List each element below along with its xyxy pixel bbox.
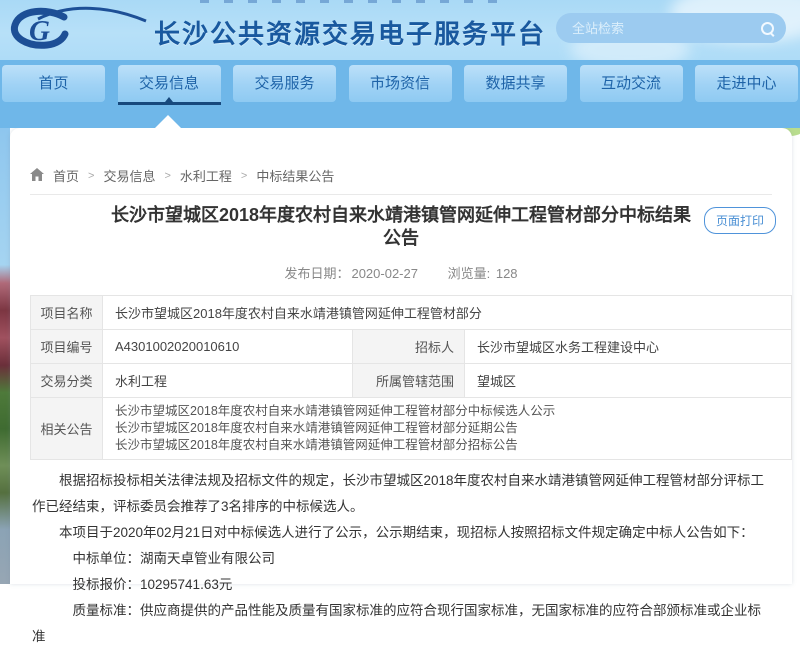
related-link-postponement-notice[interactable]: 长沙市望城区2018年度农村自来水靖港镇管网延伸工程管材部分延期公告 (115, 420, 791, 437)
related-links: 长沙市望城区2018年度农村自来水靖港镇管网延伸工程管材部分中标候选人公示 长沙… (103, 398, 792, 460)
nav-item-home[interactable]: 首页 (2, 65, 105, 102)
paragraph-evaluation: 根据招标投标相关法律法规及招标文件的规定，长沙市望城区2018年度农村自来水靖港… (32, 468, 770, 520)
nav-item-interaction[interactable]: 互动交流 (580, 65, 683, 102)
search-input[interactable] (572, 21, 761, 36)
site-search (556, 13, 786, 43)
category-value: 水利工程 (103, 364, 353, 398)
breadcrumb-separator: > (88, 170, 94, 182)
print-page-button[interactable]: 页面打印 (704, 207, 776, 234)
table-row-category: 交易分类 水利工程 所属管辖范围 望城区 (31, 364, 792, 398)
related-link-candidate-publicity[interactable]: 长沙市望城区2018年度农村自来水靖港镇管网延伸工程管材部分中标候选人公示 (115, 403, 791, 420)
search-icon[interactable] (761, 22, 774, 35)
region-value: 望城区 (465, 364, 792, 398)
project-no-value: A4301002020010610 (103, 330, 353, 364)
winner-line: 中标单位：湖南天卓管业有限公司 (32, 546, 770, 572)
nav-item-market-credit[interactable]: 市场资信 (349, 65, 452, 102)
nav-item-data-sharing[interactable]: 数据共享 (464, 65, 567, 102)
article-meta: 发布日期：2020-02-27 浏览量: 128 (10, 263, 792, 282)
publish-date-label: 发布日期： (284, 266, 349, 281)
tenderee-value: 长沙市望城区水务工程建设中心 (465, 330, 792, 364)
tenderee-label: 招标人 (353, 330, 465, 364)
nav-item-trade-services[interactable]: 交易服务 (233, 65, 336, 102)
breadcrumb-separator: > (164, 170, 170, 182)
views-value: 128 (496, 266, 518, 281)
active-tab-pointer (155, 115, 181, 128)
project-name-value: 长沙市望城区2018年度农村自来水靖港镇管网延伸工程管材部分 (103, 296, 792, 330)
nav-item-trade-info[interactable]: 交易信息 (118, 65, 221, 105)
project-info-table: 项目名称 长沙市望城区2018年度农村自来水靖港镇管网延伸工程管材部分 项目编号… (30, 295, 792, 460)
project-no-label: 项目编号 (31, 330, 103, 364)
title-section: 长沙市望城区2018年度农村自来水靖港镇管网延伸工程管材部分中标结果公告 页面打… (10, 204, 792, 250)
paragraph-publicity: 本项目于2020年02月21日对中标候选人进行了公示，公示期结束，现招标人按照招… (32, 520, 770, 546)
top-edge-artifact (200, 0, 500, 3)
breadcrumb-separator: > (241, 170, 247, 182)
table-row-project-name: 项目名称 长沙市望城区2018年度农村自来水靖港镇管网延伸工程管材部分 (31, 296, 792, 330)
related-link-tender-notice[interactable]: 长沙市望城区2018年度农村自来水靖港镇管网延伸工程管材部分招标公告 (115, 437, 791, 454)
category-label: 交易分类 (31, 364, 103, 398)
site-logo-icon: G (8, 6, 148, 59)
breadcrumb: 首页 > 交易信息 > 水利工程 > 中标结果公告 (30, 166, 772, 185)
content-card: 首页 > 交易信息 > 水利工程 > 中标结果公告 长沙市望城区2018年度农村… (10, 128, 792, 584)
site-header: G 长沙公共资源交易电子服务平台 (0, 0, 800, 60)
nav-list: 首页 交易信息 交易服务 市场资信 数据共享 互动交流 走进中心 (0, 60, 800, 105)
nav-item-about-center[interactable]: 走进中心 (695, 65, 798, 102)
breadcrumb-divider (30, 194, 772, 195)
breadcrumb-water-projects[interactable]: 水利工程 (180, 166, 232, 185)
home-icon (30, 168, 44, 181)
breadcrumb-home[interactable]: 首页 (53, 166, 79, 185)
breadcrumb-current: 中标结果公告 (256, 166, 334, 185)
site-title: 长沙公共资源交易电子服务平台 (154, 14, 546, 51)
page-title: 长沙市望城区2018年度农村自来水靖港镇管网延伸工程管材部分中标结果公告 (105, 204, 697, 250)
related-label: 相关公告 (31, 398, 103, 460)
table-row-project-no: 项目编号 A4301002020010610 招标人 长沙市望城区水务工程建设中… (31, 330, 792, 364)
project-name-label: 项目名称 (31, 296, 103, 330)
publish-date-value: 2020-02-27 (351, 266, 418, 281)
announcement-body: 根据招标投标相关法律法规及招标文件的规定，长沙市望城区2018年度农村自来水靖港… (32, 468, 770, 650)
site-logo-link[interactable]: G 长沙公共资源交易电子服务平台 (8, 6, 546, 59)
main-navbar: 首页 交易信息 交易服务 市场资信 数据共享 互动交流 走进中心 (0, 60, 800, 128)
background-photo-sliver (0, 128, 10, 584)
breadcrumb-trade-info[interactable]: 交易信息 (103, 166, 155, 185)
table-row-related: 相关公告 长沙市望城区2018年度农村自来水靖港镇管网延伸工程管材部分中标候选人… (31, 398, 792, 460)
quality-standard-line: 质量标准：供应商提供的产品性能及质量有国家标准的应符合现行国家标准，无国家标准的… (32, 598, 770, 650)
region-label: 所属管辖范围 (353, 364, 465, 398)
bid-price-line: 投标报价：10295741.63元 (32, 572, 770, 598)
views-label: 浏览量: (448, 266, 491, 281)
